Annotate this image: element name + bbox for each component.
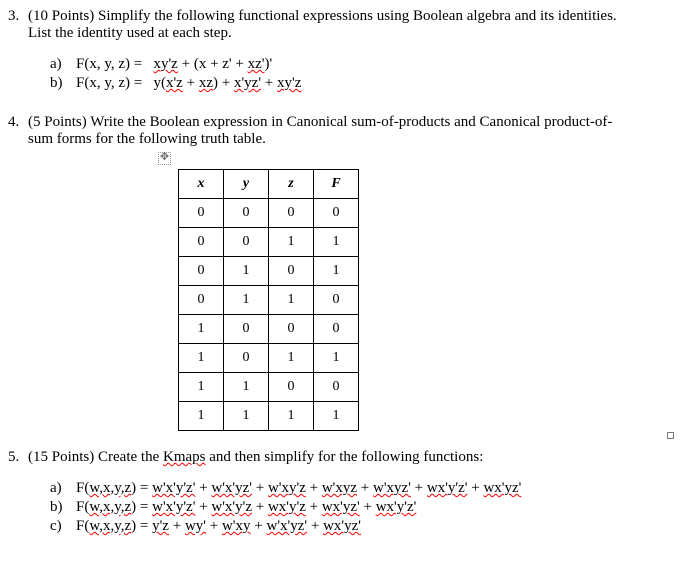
table-cell: 1 [269, 402, 314, 431]
table-cell: 1 [314, 228, 359, 257]
table-cell: 0 [314, 373, 359, 402]
tt-h-f: F [314, 170, 359, 199]
q5-prompt: (15 Points) Create the Kmaps and then si… [28, 449, 666, 466]
table-row: 0000 [179, 199, 359, 228]
table-cell: 1 [179, 402, 224, 431]
q5c-expression: F(w,x,y,z) = y'z + wy' + w'xy + w'x'yz' … [76, 518, 361, 535]
table-cell: 0 [224, 228, 269, 257]
q3a-expression: F(x, y, z) = xy'z + (x + z' + xz')' [76, 56, 272, 73]
table-row: 1111 [179, 402, 359, 431]
table-cell: 0 [314, 199, 359, 228]
tt-h-y: y [224, 170, 269, 199]
q3a-letter: a) [50, 56, 76, 73]
q3-prompt-line1: (10 Points) Simplify the following funct… [28, 8, 666, 25]
table-cell: 0 [224, 344, 269, 373]
truth-table-wrap: x y z F 00000011010101101000101111001111 [178, 169, 666, 431]
q3-prompt-line2: List the identity used at each step. [28, 25, 666, 42]
q5b-letter: b) [50, 499, 76, 516]
q5a-letter: a) [50, 480, 76, 497]
question-3: 3. (10 Points) Simplify the following fu… [8, 8, 666, 96]
question-5: 5. (15 Points) Create the Kmaps and then… [8, 449, 666, 539]
table-cell: 1 [179, 344, 224, 373]
table-cell: 1 [314, 257, 359, 286]
q4-number: 4. [8, 114, 28, 131]
tt-body: 00000011010101101000101111001111 [179, 199, 359, 431]
table-cell: 1 [224, 402, 269, 431]
table-row: 1000 [179, 315, 359, 344]
truth-table: x y z F 00000011010101101000101111001111 [178, 169, 359, 431]
q5a-expression: F(w,x,y,z) = w'x'y'z' + w'x'yz' + w'xy'z… [76, 480, 521, 497]
table-cell: 0 [269, 373, 314, 402]
table-row: 0011 [179, 228, 359, 257]
table-cell: 0 [179, 199, 224, 228]
table-cell: 1 [269, 228, 314, 257]
table-cell: 1 [179, 373, 224, 402]
q5b-expression: F(w,x,y,z) = w'x'y'z' + w'x'y'z + wx'y'z… [76, 499, 416, 516]
q3b-letter: b) [50, 75, 76, 92]
question-4: 4. (5 Points) Write the Boolean expressi… [8, 114, 666, 431]
table-cell: 0 [224, 199, 269, 228]
table-cell: 0 [314, 315, 359, 344]
resize-handle-icon[interactable] [667, 432, 674, 439]
table-cell: 0 [269, 199, 314, 228]
table-cell: 1 [269, 344, 314, 373]
q4-prompt-line2: sum forms for the following truth table. [28, 131, 666, 148]
table-row: 0101 [179, 257, 359, 286]
q3-number: 3. [8, 8, 28, 25]
table-cell: 1 [224, 286, 269, 315]
table-row: 1011 [179, 344, 359, 373]
q5c-letter: c) [50, 518, 76, 535]
table-row: 0110 [179, 286, 359, 315]
table-cell: 1 [314, 344, 359, 373]
table-cell: 0 [179, 228, 224, 257]
table-cell: 1 [224, 373, 269, 402]
q4-prompt-line1: (5 Points) Write the Boolean expression … [28, 114, 666, 131]
tt-h-z: z [269, 170, 314, 199]
tt-h-x: x [179, 170, 224, 199]
table-cell: 0 [179, 286, 224, 315]
table-cell: 0 [269, 315, 314, 344]
table-cell: 0 [314, 286, 359, 315]
table-cell: 1 [179, 315, 224, 344]
table-row: 1100 [179, 373, 359, 402]
table-cell: 1 [269, 286, 314, 315]
q5-number: 5. [8, 449, 28, 466]
table-cell: 0 [269, 257, 314, 286]
move-handle-icon[interactable]: ✥ [158, 152, 171, 165]
table-cell: 0 [179, 257, 224, 286]
table-cell: 0 [224, 315, 269, 344]
table-cell: 1 [314, 402, 359, 431]
q3b-expression: F(x, y, z) = y(x'z + xz) + x'yz' + xy'z [76, 75, 301, 92]
table-cell: 1 [224, 257, 269, 286]
